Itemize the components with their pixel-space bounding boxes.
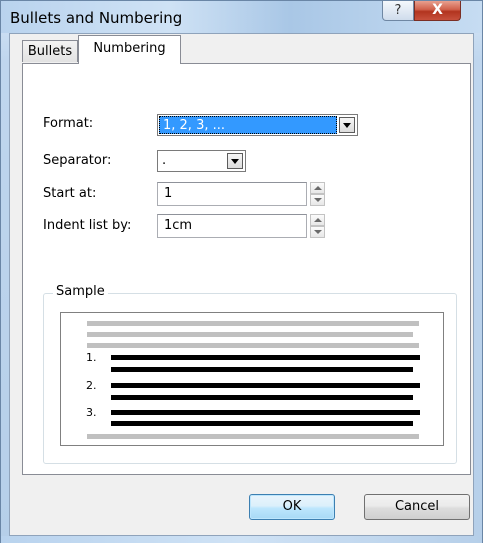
indent-input[interactable]: 1cm [157, 214, 307, 238]
indent-spinner[interactable] [310, 214, 325, 238]
chevron-down-icon[interactable] [339, 117, 355, 133]
separator-label: Separator: [43, 153, 112, 168]
start-at-label: Start at: [43, 186, 97, 201]
sample-text-line [111, 421, 413, 426]
cancel-button[interactable]: Cancel [364, 494, 470, 520]
ok-button[interactable]: OK [249, 494, 335, 520]
start-at-input[interactable]: 1 [157, 182, 307, 206]
separator-select[interactable]: . [157, 150, 246, 172]
context-line [87, 434, 419, 439]
spin-up-icon[interactable] [310, 182, 325, 194]
sample-preview: 1. 2. 3. [60, 312, 444, 446]
sample-text-line [111, 383, 420, 388]
context-line [87, 332, 413, 337]
format-label: Format: [43, 116, 94, 131]
separator-selected-value: . [162, 153, 167, 168]
close-icon: X [432, 2, 443, 18]
sample-number-1: 1. [86, 351, 97, 364]
window-bottom-border [1, 536, 482, 543]
title-bar[interactable]: Bullets and Numbering ? X [1, 1, 482, 33]
chevron-down-icon[interactable] [227, 153, 243, 169]
sample-text-line [111, 355, 420, 360]
spin-up-icon[interactable] [310, 214, 325, 226]
sample-number-2: 2. [86, 379, 97, 392]
context-line [87, 343, 419, 348]
format-selected-value: 1, 2, 3, ... [159, 116, 337, 134]
format-select[interactable]: 1, 2, 3, ... [157, 114, 358, 136]
sample-group-label: Sample [53, 284, 108, 299]
sample-text-line [111, 367, 413, 372]
start-at-spinner[interactable] [310, 182, 325, 206]
context-line [87, 321, 419, 326]
help-button[interactable]: ? [382, 1, 414, 21]
spin-down-icon[interactable] [310, 226, 325, 238]
spin-down-icon[interactable] [310, 194, 325, 206]
indent-label: Indent list by: [43, 218, 132, 233]
sample-text-line [111, 410, 420, 415]
close-button[interactable]: X [414, 1, 461, 21]
dialog-title: Bullets and Numbering [10, 9, 183, 27]
sample-number-3: 3. [86, 406, 97, 419]
tab-bullets[interactable]: Bullets [22, 40, 78, 62]
sample-text-line [111, 395, 413, 400]
tab-numbering[interactable]: Numbering [78, 35, 181, 64]
